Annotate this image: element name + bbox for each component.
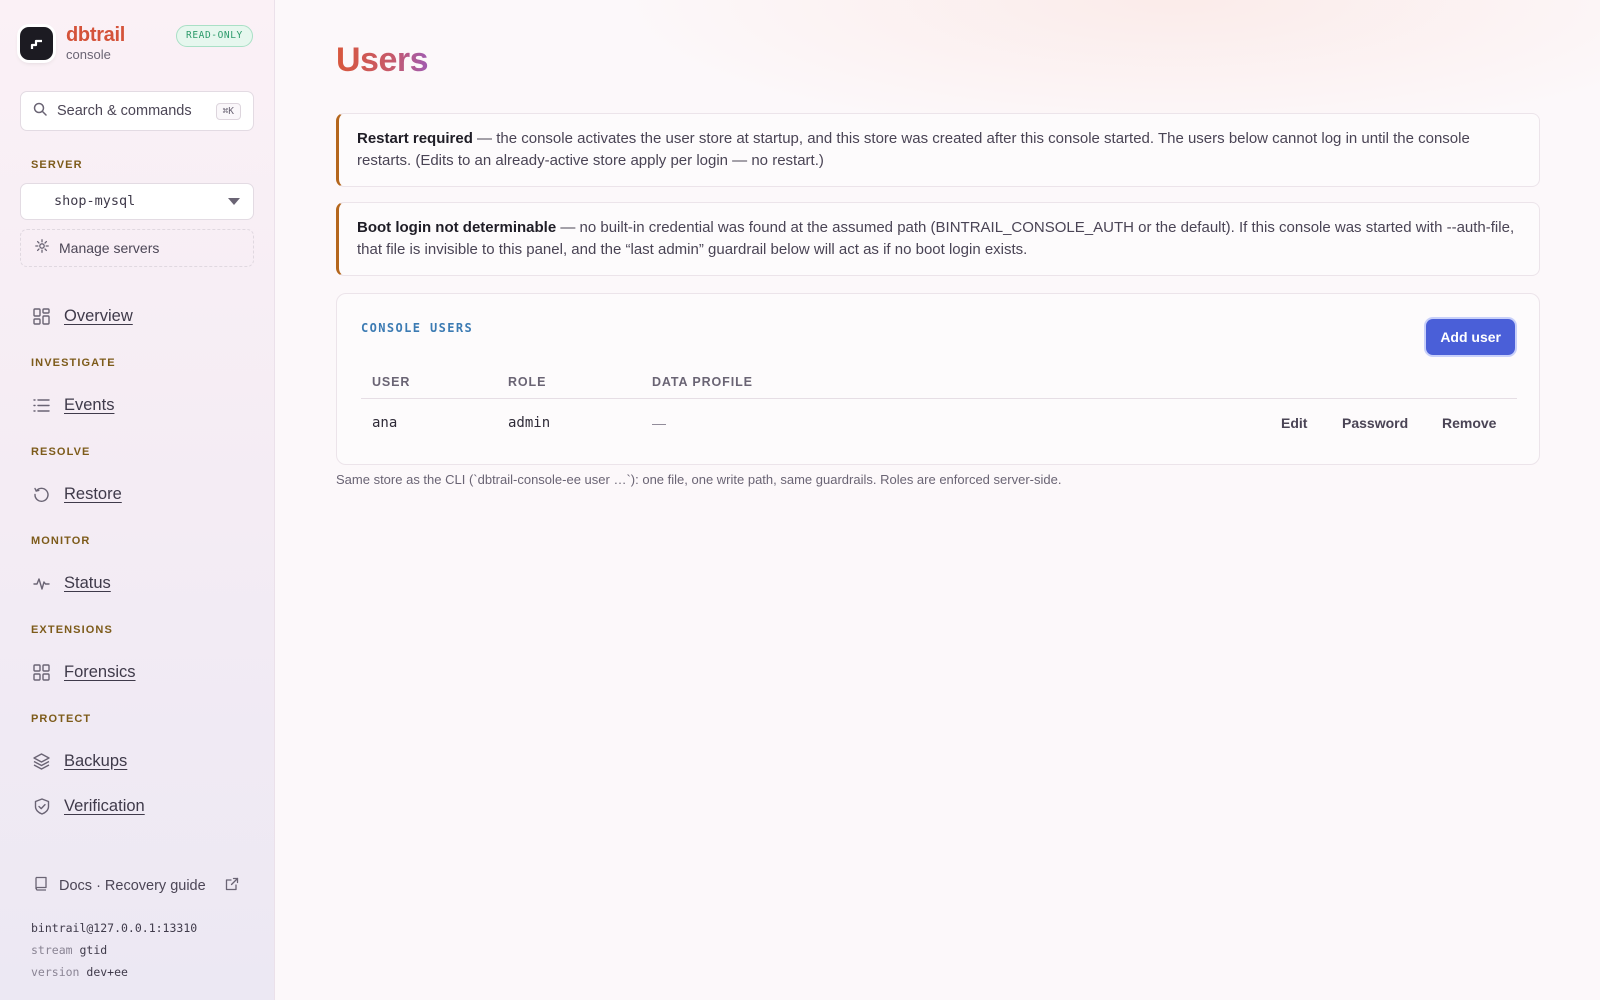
docs-label: Docs · Recovery guide [59, 878, 206, 894]
brand-name: dbtrail [66, 24, 126, 46]
external-link-icon [225, 877, 239, 896]
read-only-badge: READ-ONLY [176, 25, 253, 47]
page-title: Users [336, 41, 429, 79]
stream-info: stream gtid [31, 943, 107, 957]
column-header-data-profile[interactable]: DATA PROFILE [652, 375, 753, 389]
nav-label-events: Events [64, 395, 115, 414]
nav-item-status[interactable]: Status [32, 571, 111, 595]
nav-item-overview[interactable]: Overview [32, 304, 133, 328]
shield-check-icon [32, 797, 51, 816]
nav-label-overview: Overview [64, 306, 133, 325]
column-header-role[interactable]: ROLE [508, 375, 546, 389]
restart-required-alert: Restart required — the console activates… [336, 113, 1540, 187]
resolve-section-label: RESOLVE [31, 446, 91, 458]
stream-value: gtid [79, 943, 108, 957]
edit-user-button[interactable]: Edit [1281, 415, 1307, 431]
shortcut-hint: ⌘K [215, 102, 241, 120]
server-select[interactable]: shop-mysql [20, 183, 254, 220]
alert-text: — the console activates the user store a… [357, 130, 1470, 169]
manage-servers-button[interactable]: Manage servers [20, 229, 254, 267]
nav-label-verification: Verification [64, 796, 145, 815]
sidebar: dbtrail console READ-ONLY Search & comma… [0, 0, 275, 1000]
extensions-section-label: EXTENSIONS [31, 624, 113, 636]
brand[interactable]: dbtrail console [20, 24, 125, 63]
activity-icon [32, 574, 51, 593]
book-icon [34, 876, 48, 896]
version-info: version dev+ee [31, 965, 128, 979]
server-select-value: shop-mysql [54, 193, 136, 209]
role-cell: admin [508, 415, 551, 431]
main-content: Users Restart required — the console act… [276, 0, 1600, 1000]
server-section-label: SERVER [31, 159, 83, 171]
nav-item-forensics[interactable]: Forensics [32, 660, 136, 684]
brand-subtitle: console [66, 47, 111, 62]
gear-icon [35, 238, 49, 258]
add-user-button[interactable]: Add user [1426, 319, 1515, 355]
stream-key: stream [31, 943, 73, 957]
alert-title: Boot login not determinable [357, 219, 557, 236]
search-label: Search & commands [57, 103, 192, 119]
version-value: dev+ee [86, 965, 128, 979]
password-user-button[interactable]: Password [1342, 415, 1408, 431]
search-icon [33, 102, 47, 121]
manage-servers-label: Manage servers [59, 240, 160, 256]
nav-item-restore[interactable]: Restore [32, 482, 122, 506]
column-header-user[interactable]: USER [372, 375, 410, 389]
nav-label-forensics: Forensics [64, 662, 136, 681]
table-row: ana admin — Edit Password Remove [361, 407, 1517, 447]
users-table-header: USER ROLE DATA PROFILE [361, 375, 1517, 399]
layers-icon [32, 752, 51, 771]
boot-login-alert: Boot login not determinable — no built-i… [336, 202, 1540, 276]
dbtrail-logo-icon [20, 27, 53, 60]
nav-label-status: Status [64, 573, 111, 592]
users-footnote: Same store as the CLI (`dbtrail-console-… [336, 472, 1062, 487]
nav-item-events[interactable]: Events [32, 393, 114, 417]
dashboard-icon [32, 307, 51, 326]
grid-icon [32, 663, 51, 682]
list-icon [32, 396, 51, 415]
nav-item-backups[interactable]: Backups [32, 749, 127, 773]
search-commands-button[interactable]: Search & commands ⌘K [20, 91, 254, 131]
console-users-card: CONSOLE USERS Add user USER ROLE DATA PR… [336, 293, 1540, 465]
monitor-section-label: MONITOR [31, 535, 91, 547]
connection-info: bintrail@127.0.0.1:13310 [31, 921, 198, 935]
nav-label-restore: Restore [64, 484, 122, 503]
alert-title: Restart required [357, 130, 473, 147]
restore-icon [32, 485, 51, 504]
docs-link[interactable]: Docs · Recovery guide [34, 876, 239, 896]
data-profile-cell: — [652, 415, 666, 431]
nav-label-backups: Backups [64, 751, 128, 770]
user-cell: ana [372, 415, 398, 431]
card-title: CONSOLE USERS [361, 321, 474, 335]
nav-item-verification[interactable]: Verification [32, 794, 145, 818]
version-key: version [31, 965, 80, 979]
investigate-section-label: INVESTIGATE [31, 357, 116, 369]
protect-section-label: PROTECT [31, 713, 92, 725]
remove-user-button[interactable]: Remove [1442, 415, 1496, 431]
chevron-down-icon [228, 198, 240, 205]
